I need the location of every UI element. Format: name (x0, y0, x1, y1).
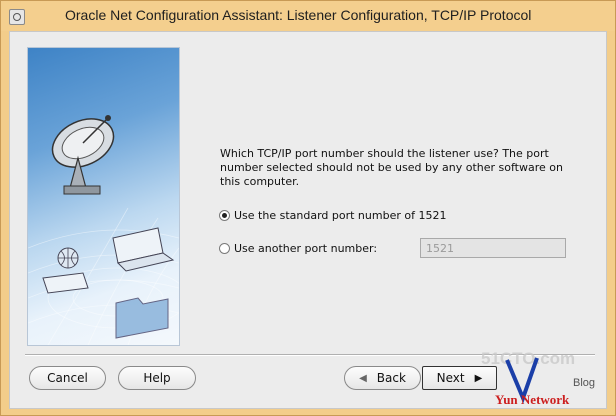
another-port-radio[interactable] (219, 243, 230, 254)
satellite-dish-icon (51, 115, 115, 195)
another-port-label: Use another port number: (234, 242, 378, 255)
next-button-label: Next (436, 371, 465, 385)
window-title: Oracle Net Configuration Assistant: List… (65, 7, 532, 23)
port-question-text: Which TCP/IP port number should the list… (220, 147, 563, 188)
folder-icon (115, 297, 169, 339)
help-button-label: Help (143, 371, 171, 385)
back-arrow-icon: ◀ (359, 372, 367, 384)
back-button[interactable]: ◀ Back (344, 366, 421, 390)
button-separator (25, 354, 595, 356)
dialog-content: Which TCP/IP port number should the list… (9, 31, 607, 409)
another-port-option[interactable]: Use another port number: (219, 242, 377, 255)
next-button[interactable]: Next ▶ (422, 366, 497, 390)
network-globe-icon (42, 247, 89, 294)
back-button-label: Back (376, 371, 406, 385)
standard-port-label: Use the standard port number of 1521 (234, 209, 447, 222)
standard-port-option[interactable]: Use the standard port number of 1521 (219, 209, 446, 222)
title-bar[interactable]: Oracle Net Configuration Assistant: List… (1, 1, 615, 31)
cancel-button[interactable]: Cancel (29, 366, 106, 390)
cancel-button-label: Cancel (47, 371, 88, 385)
help-button[interactable]: Help (118, 366, 196, 390)
dialog-window: Oracle Net Configuration Assistant: List… (0, 0, 616, 416)
wizard-illustration (27, 47, 180, 346)
app-icon (9, 9, 25, 25)
next-arrow-icon: ▶ (474, 372, 483, 384)
port-number-field[interactable]: 1521 (420, 238, 566, 258)
standard-port-radio[interactable] (219, 210, 230, 221)
